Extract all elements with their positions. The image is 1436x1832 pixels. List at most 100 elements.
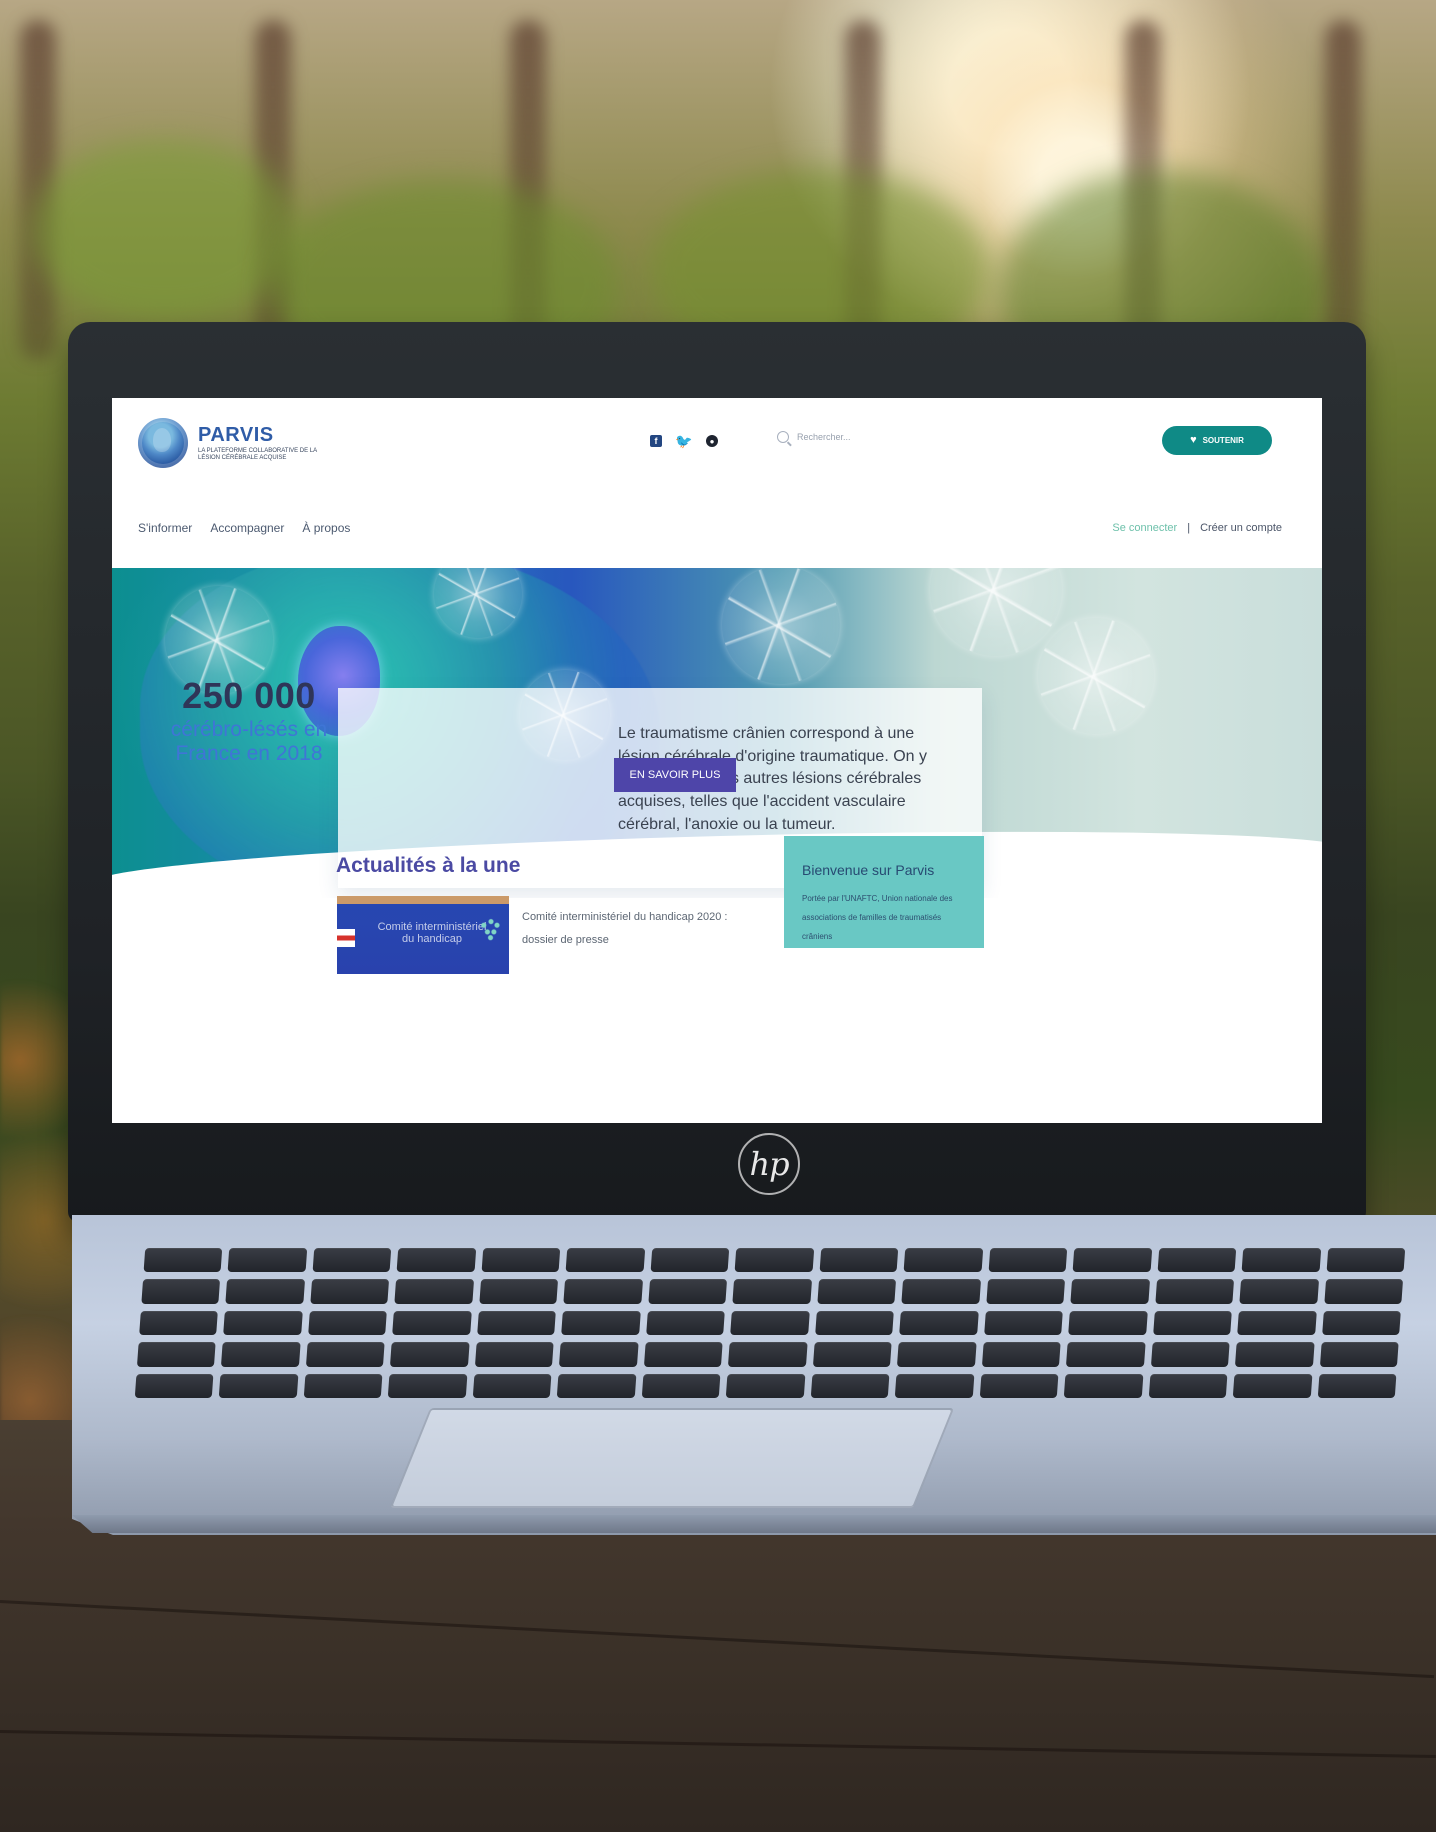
keyboard-key [390, 1342, 470, 1367]
search-bar[interactable]: Rechercher... [777, 431, 851, 443]
keyboard-key [814, 1310, 895, 1336]
keyboard-key [1070, 1279, 1150, 1304]
welcome-card: Bienvenue sur Parvis Portée par l'UNAFTC… [784, 836, 984, 948]
social-links: f 🐦 ● [650, 433, 718, 449]
keyboard-key [472, 1373, 552, 1398]
nav-item-sinformer[interactable]: S'informer [138, 521, 192, 535]
keyboard-key [1235, 1342, 1315, 1367]
main-nav: S'informer Accompagner À propos [138, 521, 350, 535]
hp-logo-icon: hp [738, 1133, 800, 1195]
keyboard-key [561, 1310, 641, 1336]
keyboard-key [734, 1248, 814, 1273]
keyboard-key [901, 1279, 981, 1304]
background-foliage [30, 140, 300, 320]
support-button[interactable]: ♥ SOUTENIR [1162, 426, 1272, 455]
keyboard-key [312, 1248, 392, 1273]
nav-item-accompagner[interactable]: Accompagner [210, 521, 284, 535]
hero-stat-number: 250 000 [182, 675, 316, 716]
keyboard-key [139, 1310, 219, 1336]
hero-banner: Le traumatisme crânien correspond à une … [112, 568, 1322, 898]
keyboard-key [1063, 1373, 1144, 1398]
keyboard-key [1323, 1279, 1404, 1304]
keyboard-key [388, 1373, 468, 1398]
keyboard-key [141, 1279, 221, 1304]
keyboard-key [643, 1342, 723, 1367]
keyboard-key [227, 1248, 308, 1273]
brand-text: PARVIS LA PLATEFORME COLLABORATIVE DE LA… [198, 425, 328, 462]
keyboard-key [143, 1248, 223, 1273]
keyboard-key [134, 1373, 214, 1398]
nav-item-a-propos[interactable]: À propos [302, 521, 350, 535]
keyboard-key [1068, 1310, 1148, 1336]
keyboard-key [477, 1310, 557, 1336]
search-input[interactable]: Rechercher... [797, 432, 851, 442]
network-orb [1038, 618, 1154, 734]
heart-icon: ♥ [1190, 434, 1197, 446]
keyboard-key [396, 1248, 477, 1273]
keyboard-key [730, 1310, 810, 1336]
keyboard-key [1317, 1373, 1397, 1398]
touchpad [389, 1408, 955, 1508]
keyboard-key [819, 1248, 899, 1273]
keyboard-key [1232, 1373, 1312, 1398]
signup-link[interactable]: Créer un compte [1200, 522, 1282, 534]
twitter-icon[interactable]: 🐦 [675, 433, 692, 449]
learn-more-button[interactable]: EN SAVOIR PLUS [614, 758, 736, 792]
keyboard-key [810, 1373, 890, 1398]
brand-logo-icon [138, 418, 188, 468]
photo-scene: PARVIS LA PLATEFORME COLLABORATIVE DE LA… [0, 0, 1436, 1832]
keyboard-key [310, 1279, 390, 1304]
keyboard-key [565, 1248, 646, 1273]
keyboard-key [985, 1279, 1066, 1304]
keyboard-key [303, 1373, 383, 1398]
keyboard-key [394, 1279, 474, 1304]
keyboard-key [474, 1342, 554, 1367]
hero-stat: 250 000 cérébro-lésés en France en 2018 [164, 678, 334, 765]
keyboard-key [645, 1310, 726, 1336]
keyboard-key [728, 1342, 808, 1367]
keyboard-key [726, 1373, 806, 1398]
keyboard-key [812, 1342, 892, 1367]
news-item-title[interactable]: Comité interministériel du handicap 2020… [522, 906, 762, 951]
keyboard-key [223, 1310, 303, 1336]
news-thumbnail-text: Comité interministériel du handicap [377, 921, 487, 946]
keyboard-key [903, 1248, 983, 1273]
keyboard-key [563, 1279, 643, 1304]
keyboard-key [1157, 1248, 1237, 1273]
keyboard-key [641, 1373, 721, 1398]
keyboard-key [225, 1279, 305, 1304]
keyboard-key [1241, 1248, 1321, 1273]
keyboard-key [732, 1279, 812, 1304]
keyboard-key [979, 1373, 1059, 1398]
keyboard-key [1072, 1248, 1152, 1273]
keyboard-key [988, 1248, 1068, 1273]
laptop-base-edge [72, 1515, 1436, 1533]
keyboard-key [557, 1373, 637, 1398]
keyboard-key [1239, 1279, 1319, 1304]
brand[interactable]: PARVIS LA PLATEFORME COLLABORATIVE DE LA… [138, 418, 328, 468]
keyboard [134, 1248, 1406, 1398]
welcome-title: Bienvenue sur Parvis [802, 862, 935, 878]
keyboard-key [1066, 1342, 1146, 1367]
keyboard-key [479, 1279, 559, 1304]
search-icon [777, 431, 789, 443]
keyboard-key [981, 1342, 1061, 1367]
keyboard-key [1326, 1248, 1406, 1273]
keyboard-key [1154, 1279, 1235, 1304]
news-thumbnail[interactable]: Comité interministériel du handicap [337, 896, 509, 974]
keyboard-key [1237, 1310, 1317, 1336]
flag-icon [337, 929, 355, 947]
keyboard-key [648, 1279, 728, 1304]
keyboard-key [817, 1279, 897, 1304]
keyboard-key [1152, 1310, 1232, 1336]
keyboard-key [219, 1373, 299, 1398]
facebook-icon[interactable]: f [650, 435, 662, 447]
keyboard-key [650, 1248, 730, 1273]
keyboard-key [392, 1310, 472, 1336]
login-link[interactable]: Se connecter [1112, 522, 1177, 534]
keyboard-key [305, 1342, 386, 1367]
hero-stat-caption: cérébro-lésés en France en 2018 [170, 718, 328, 765]
keyboard-key [894, 1373, 975, 1398]
github-icon[interactable]: ● [706, 435, 718, 447]
brand-tagline: LA PLATEFORME COLLABORATIVE DE LA LÉSION… [198, 447, 317, 461]
